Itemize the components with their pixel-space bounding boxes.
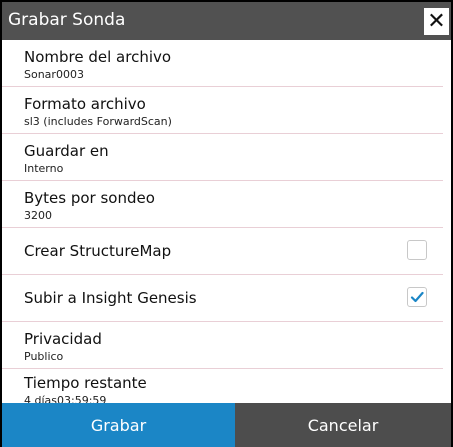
scrollbar-track[interactable] xyxy=(443,40,451,403)
file-name-label: Nombre del archivo xyxy=(24,48,172,66)
save-to-row[interactable]: Guardar en Interno xyxy=(2,134,443,181)
file-format-value: sl3 (includes ForwardScan) xyxy=(24,115,172,128)
close-icon[interactable]: ✕ xyxy=(424,8,449,35)
privacy-value: Publico xyxy=(24,350,64,363)
time-remaining-label: Tiempo restante xyxy=(24,374,147,392)
settings-list: Nombre del archivo Sonar0003 Formato arc… xyxy=(2,40,443,403)
save-to-label: Guardar en xyxy=(24,142,109,160)
record-sonar-dialog: Grabar Sonda ✕ Nombre del archivo Sonar0… xyxy=(0,0,453,447)
file-name-value: Sonar0003 xyxy=(24,68,84,81)
time-remaining-value: 4 días03:59:59 xyxy=(24,394,107,403)
save-to-value: Interno xyxy=(24,162,64,175)
create-structuremap-checkbox[interactable] xyxy=(407,240,427,260)
privacy-label: Privacidad xyxy=(24,330,102,348)
checkmark-icon xyxy=(410,291,424,303)
cancel-button[interactable]: Cancelar xyxy=(235,403,451,447)
upload-insight-genesis-row[interactable]: Subir a Insight Genesis xyxy=(2,275,443,322)
file-format-row[interactable]: Formato archivo sl3 (includes ForwardSca… xyxy=(2,87,443,134)
privacy-row[interactable]: Privacidad Publico xyxy=(2,322,443,369)
create-structuremap-row[interactable]: Crear StructureMap xyxy=(2,228,443,275)
create-structuremap-label: Crear StructureMap xyxy=(24,242,172,260)
upload-insight-genesis-label: Subir a Insight Genesis xyxy=(24,289,197,307)
upload-insight-genesis-checkbox[interactable] xyxy=(407,287,427,307)
bytes-per-sounding-label: Bytes por sondeo xyxy=(24,189,155,207)
file-format-label: Formato archivo xyxy=(24,95,146,113)
bytes-per-sounding-value: 3200 xyxy=(24,209,52,222)
dialog-actions: Grabar Cancelar xyxy=(2,403,451,447)
dialog-titlebar: Grabar Sonda ✕ xyxy=(2,2,451,40)
bytes-per-sounding-row[interactable]: Bytes por sondeo 3200 xyxy=(2,181,443,228)
dialog-title: Grabar Sonda xyxy=(8,10,126,30)
time-remaining-row: Tiempo restante 4 días03:59:59 xyxy=(2,369,443,403)
file-name-row[interactable]: Nombre del archivo Sonar0003 xyxy=(2,40,443,87)
record-button[interactable]: Grabar xyxy=(2,403,235,447)
